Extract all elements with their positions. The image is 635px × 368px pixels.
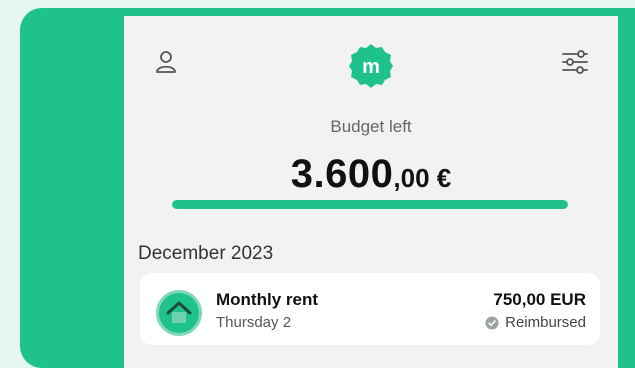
user-icon[interactable]: [153, 49, 179, 75]
home-icon: [156, 290, 202, 336]
app-screen: m Budget left 3.600,00 € December 2023 M…: [124, 16, 618, 368]
phone-frame: m Budget left 3.600,00 € December 2023 M…: [20, 8, 635, 368]
logo-letter: m: [362, 56, 380, 78]
budget-progress-bar: [172, 200, 568, 209]
sliders-icon[interactable]: [561, 49, 589, 75]
budget-progress-fill: [172, 200, 568, 209]
check-circle-icon: [485, 316, 499, 329]
transaction-status-label: Reimbursed: [505, 314, 586, 331]
section-title: December 2023: [138, 243, 274, 264]
transaction-date: Thursday 2: [216, 314, 292, 331]
header: m: [124, 16, 618, 111]
budget-amount: 3.600,00 €: [124, 152, 618, 197]
budget-label: Budget left: [330, 117, 412, 136]
transaction-title: Monthly rent: [216, 290, 318, 309]
budget-amount-decimal: ,00 €: [393, 163, 452, 193]
transaction-status: Reimbursed: [485, 314, 586, 331]
budget-amount-whole: 3.600: [290, 152, 394, 196]
app-logo: m: [349, 44, 393, 88]
transaction-card[interactable]: Monthly rent Thursday 2 750,00 EUR Reimb…: [140, 273, 600, 345]
transaction-amount: 750,00 EUR: [493, 290, 586, 309]
